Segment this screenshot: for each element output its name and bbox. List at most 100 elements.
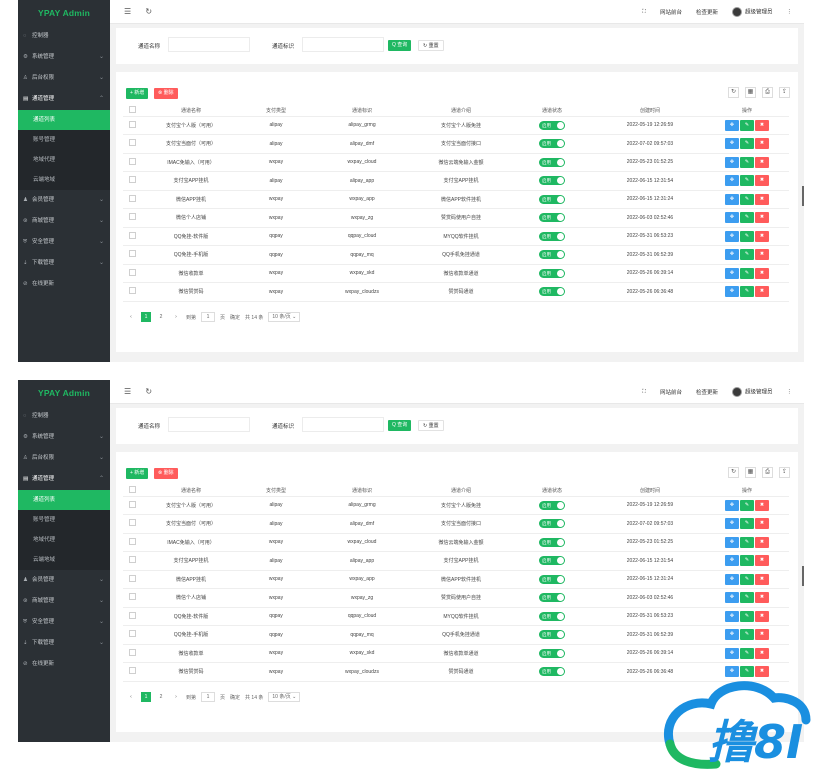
site-frontend-link[interactable]: 网站前台 <box>660 388 682 396</box>
row-checkbox[interactable] <box>128 537 136 545</box>
sidebar-item-4[interactable]: ♟ 会员管理 ⌄ <box>18 190 110 211</box>
row-edit-button[interactable]: ✎ <box>740 573 754 585</box>
status-toggle[interactable]: 启用 <box>539 176 565 186</box>
sidebar-subitem-0[interactable]: 通道列表 <box>18 490 110 510</box>
row-delete-button[interactable]: ✖ <box>755 119 769 131</box>
row-checkbox[interactable] <box>128 593 136 601</box>
status-toggle[interactable]: 启用 <box>539 231 565 241</box>
row-checkbox[interactable] <box>128 519 136 527</box>
status-toggle[interactable]: 启用 <box>539 593 565 603</box>
status-toggle[interactable]: 启用 <box>539 537 565 547</box>
row-checkbox[interactable] <box>128 287 136 295</box>
row-delete-button[interactable]: ✖ <box>755 555 769 567</box>
row-edit-button[interactable]: ✎ <box>740 193 754 205</box>
channel-id-input[interactable] <box>302 37 384 52</box>
sidebar-item-1[interactable]: ⚙ 系统管理 ⌄ <box>18 47 110 68</box>
more-icon[interactable]: ⋮ <box>787 389 793 395</box>
status-toggle[interactable]: 启用 <box>539 519 565 529</box>
row-edit-button[interactable]: ✎ <box>740 499 754 511</box>
row-move-button[interactable]: ✥ <box>725 610 739 622</box>
table-tool-icon-0[interactable]: ↻ <box>728 87 739 98</box>
sidebar-item-5[interactable]: ⊛ 商城管理 ⌄ <box>18 211 110 232</box>
table-tool-icon-2[interactable]: ⎙ <box>762 467 773 478</box>
sidebar-item-0[interactable]: ◌ 控制器 <box>18 26 110 47</box>
sidebar-item-1[interactable]: ⚙ 系统管理 ⌄ <box>18 427 110 448</box>
status-toggle[interactable]: 启用 <box>539 574 565 584</box>
sidebar-item-8[interactable]: ⊘ 在线更新 <box>18 654 110 675</box>
row-delete-button[interactable]: ✖ <box>755 267 769 279</box>
row-edit-button[interactable]: ✎ <box>740 610 754 622</box>
channel-id-input[interactable] <box>302 417 384 432</box>
row-delete-button[interactable]: ✖ <box>755 193 769 205</box>
row-edit-button[interactable]: ✎ <box>740 592 754 604</box>
reset-button[interactable]: ↻ 重置 <box>418 420 444 431</box>
fullscreen-icon[interactable]: ⛶ <box>642 9 646 16</box>
user-menu[interactable]: 超级管理员 <box>731 387 773 397</box>
prev-page-icon[interactable]: ‹ <box>126 692 136 702</box>
row-checkbox[interactable] <box>128 630 136 638</box>
table-tool-icon-1[interactable]: ▦ <box>745 467 756 478</box>
sidebar-item-3[interactable]: ▤ 通道管理 ⌃ <box>18 89 110 110</box>
refresh-icon[interactable]: ↻ <box>145 387 152 396</box>
goto-confirm-button[interactable]: 确定 <box>230 694 240 701</box>
sidebar-item-6[interactable]: ⛨ 安全管理 ⌄ <box>18 232 110 253</box>
row-move-button[interactable]: ✥ <box>725 286 739 298</box>
fullscreen-icon[interactable]: ⛶ <box>642 389 646 396</box>
goto-confirm-button[interactable]: 确定 <box>230 314 240 321</box>
refresh-icon[interactable]: ↻ <box>145 7 152 16</box>
row-checkbox[interactable] <box>128 231 136 239</box>
row-checkbox[interactable] <box>128 250 136 258</box>
status-toggle[interactable]: 启用 <box>539 611 565 621</box>
status-toggle[interactable]: 启用 <box>539 556 565 566</box>
more-icon[interactable]: ⋮ <box>787 9 793 15</box>
row-move-button[interactable]: ✥ <box>725 156 739 168</box>
row-checkbox[interactable] <box>128 268 136 276</box>
batch-delete-button[interactable]: ⊗ 删除 <box>154 468 178 479</box>
page-size-select[interactable]: 10 条/页 ⌄ <box>268 312 301 322</box>
sidebar-item-0[interactable]: ◌ 控制器 <box>18 406 110 427</box>
row-checkbox[interactable] <box>128 556 136 564</box>
row-edit-button[interactable]: ✎ <box>740 555 754 567</box>
status-toggle[interactable]: 启用 <box>539 139 565 149</box>
row-move-button[interactable]: ✥ <box>725 193 739 205</box>
row-edit-button[interactable]: ✎ <box>740 647 754 659</box>
row-delete-button[interactable]: ✖ <box>755 647 769 659</box>
next-page-icon[interactable]: › <box>171 692 181 702</box>
row-edit-button[interactable]: ✎ <box>740 249 754 261</box>
status-toggle[interactable]: 启用 <box>539 287 565 297</box>
check-update-link[interactable]: 检查更新 <box>696 8 718 16</box>
status-toggle[interactable]: 启用 <box>539 194 565 204</box>
row-move-button[interactable]: ✥ <box>725 249 739 261</box>
row-checkbox[interactable] <box>128 574 136 582</box>
row-edit-button[interactable]: ✎ <box>740 212 754 224</box>
sidebar-subitem-2[interactable]: 地域代理 <box>18 530 110 550</box>
row-edit-button[interactable]: ✎ <box>740 518 754 530</box>
status-toggle[interactable]: 启用 <box>539 268 565 278</box>
user-menu[interactable]: 超级管理员 <box>731 7 773 17</box>
row-delete-button[interactable]: ✖ <box>755 499 769 511</box>
row-move-button[interactable]: ✥ <box>725 119 739 131</box>
sidebar-item-5[interactable]: ⊛ 商城管理 ⌄ <box>18 591 110 612</box>
select-all-checkbox[interactable] <box>128 106 136 114</box>
row-move-button[interactable]: ✥ <box>725 267 739 279</box>
site-frontend-link[interactable]: 网站前台 <box>660 8 682 16</box>
page-size-select[interactable]: 10 条/页 ⌄ <box>268 692 301 702</box>
sidebar-item-8[interactable]: ⊘ 在线更新 <box>18 274 110 295</box>
row-checkbox[interactable] <box>128 176 136 184</box>
row-checkbox[interactable] <box>128 157 136 165</box>
check-update-link[interactable]: 检查更新 <box>696 388 718 396</box>
row-delete-button[interactable]: ✖ <box>755 610 769 622</box>
row-move-button[interactable]: ✥ <box>725 555 739 567</box>
row-edit-button[interactable]: ✎ <box>740 230 754 242</box>
table-tool-icon-1[interactable]: ▦ <box>745 87 756 98</box>
row-move-button[interactable]: ✥ <box>725 573 739 585</box>
row-edit-button[interactable]: ✎ <box>740 629 754 641</box>
sidebar-item-7[interactable]: ⇣ 下载管理 ⌄ <box>18 633 110 654</box>
sidebar-subitem-1[interactable]: 账号管理 <box>18 130 110 150</box>
row-move-button[interactable]: ✥ <box>725 175 739 187</box>
row-checkbox[interactable] <box>128 667 136 675</box>
row-edit-button[interactable]: ✎ <box>740 536 754 548</box>
status-toggle[interactable]: 启用 <box>539 500 565 510</box>
row-delete-button[interactable]: ✖ <box>755 592 769 604</box>
page-2[interactable]: 2 <box>156 692 166 702</box>
